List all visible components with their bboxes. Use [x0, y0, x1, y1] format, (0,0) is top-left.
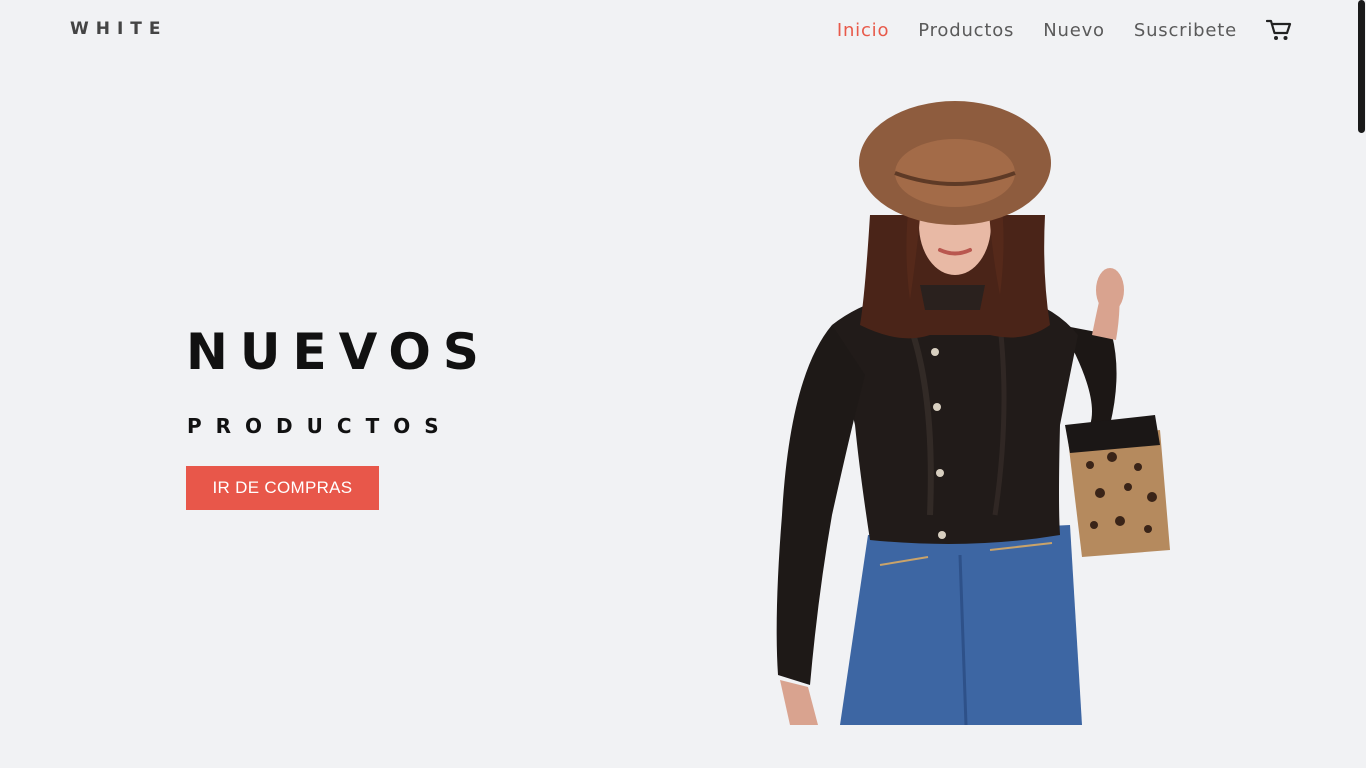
page-scrollbar[interactable]: [1356, 0, 1366, 768]
hero-title: NUEVOS: [186, 323, 491, 381]
nav-link-inicio[interactable]: Inicio: [837, 20, 889, 41]
site-header: WHITE Inicio Productos Nuevo Suscribete: [0, 0, 1366, 60]
shop-button[interactable]: IR DE COMPRAS: [186, 466, 379, 510]
logo[interactable]: WHITE: [70, 19, 168, 39]
cart-icon[interactable]: [1266, 18, 1292, 42]
nav-link-suscribete[interactable]: Suscribete: [1134, 20, 1237, 41]
hero-subtitle: PRODUCTOS: [187, 414, 453, 438]
model-photo: [776, 101, 1170, 725]
scrollbar-thumb[interactable]: [1358, 0, 1365, 133]
nav-link-nuevo[interactable]: Nuevo: [1043, 20, 1105, 41]
nav-link-productos[interactable]: Productos: [918, 20, 1014, 41]
main-nav: Inicio Productos Nuevo Suscribete: [837, 18, 1292, 42]
